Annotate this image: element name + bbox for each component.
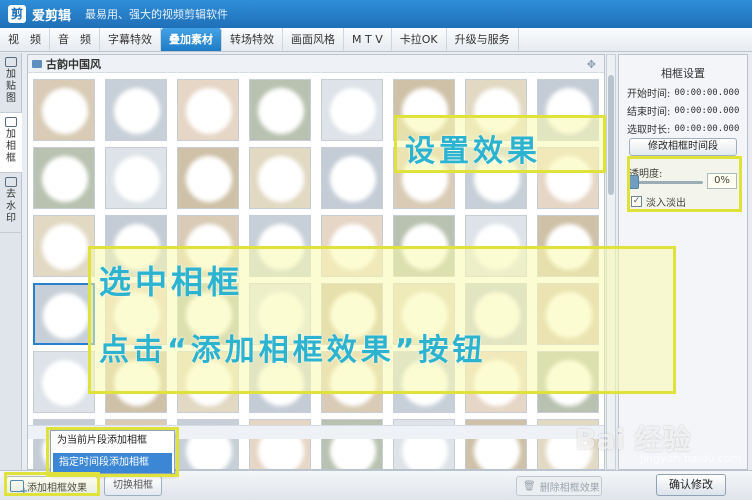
frame-icon <box>5 117 17 127</box>
frame-preview-image <box>42 156 88 202</box>
frame-thumbnail[interactable] <box>33 79 95 141</box>
duration-label: 选取时长: <box>627 125 671 136</box>
frame-thumbnail[interactable] <box>177 147 239 209</box>
modify-frame-time-button[interactable]: 修改相框时间段 <box>629 138 737 156</box>
scroll-thumb[interactable] <box>608 75 614 195</box>
frame-thumbnail[interactable] <box>321 79 383 141</box>
frame-thumbnail[interactable] <box>249 79 311 141</box>
frame-thumbnail[interactable] <box>33 215 95 277</box>
annotation-click-text: 点击“添加相框效果”按钮 <box>99 333 487 368</box>
duration-row: 选取时长: 00:00:00.000 <box>627 121 740 137</box>
frame-preview-image <box>186 156 232 202</box>
tab-add-sticker-label: 加贴图 <box>6 69 16 104</box>
category-title: 古韵中国风 <box>46 57 101 71</box>
end-time-label: 结束时间: <box>627 107 671 118</box>
tab-add-frame-label: 加相框 <box>6 129 16 164</box>
switch-frame-button[interactable]: 切换相框 <box>104 476 162 496</box>
frame-thumbnail[interactable] <box>105 147 167 209</box>
watermark-url: jingyan.baidu.com <box>640 452 742 465</box>
tab-add-sticker[interactable]: 加贴图 <box>0 53 22 113</box>
title-bar: 剪 爱剪辑 最易用、强大的视频剪辑软件 <box>0 0 752 28</box>
frame-preview-image <box>43 293 89 339</box>
frame-preview-image <box>42 224 88 270</box>
frame-preview-image <box>330 88 376 134</box>
annotation-popup-box <box>46 427 179 477</box>
start-time-input[interactable]: 00:00:00.000 <box>674 88 739 98</box>
annotation-instructions-box: 选中相框 点击“添加相框效果”按钮 <box>88 246 676 394</box>
frame-preview-image <box>114 88 160 134</box>
app-logo-icon: 剪 <box>8 5 26 23</box>
menu-picture-style[interactable]: 画面风格 <box>283 28 344 51</box>
frame-preview-image <box>42 360 88 406</box>
annotation-settings-box: 设置效果 <box>394 115 606 173</box>
trash-icon: 🗑 <box>523 480 536 492</box>
frame-thumbnail[interactable] <box>33 351 95 413</box>
tab-remove-watermark-label: 去水印 <box>6 189 16 224</box>
main-menu: 视 频 音 频 字幕特效 叠加素材 转场特效 画面风格 M T V 卡拉OK 升… <box>0 28 752 52</box>
frame-thumbnail[interactable] <box>105 79 167 141</box>
annotation-opacity-box <box>627 156 742 212</box>
menu-video[interactable]: 视 频 <box>0 28 50 51</box>
menu-overlay-materials[interactable]: 叠加素材 <box>161 28 222 51</box>
tab-remove-watermark[interactable]: 去水印 <box>0 173 22 233</box>
folder-icon <box>32 59 42 68</box>
frame-thumbnail[interactable] <box>33 147 95 209</box>
frame-preview-image <box>258 156 304 202</box>
frame-preview-image <box>258 88 304 134</box>
frame-thumbnail[interactable] <box>321 147 383 209</box>
frame-preview-image <box>186 88 232 134</box>
menu-subtitle-effects[interactable]: 字幕特效 <box>100 28 161 51</box>
remove-frame-effect-label: 删除相框效果 <box>539 482 600 494</box>
start-time-row: 开始时间: 00:00:00.000 <box>627 85 739 101</box>
annotation-select-text: 选中相框 <box>99 263 244 301</box>
overlay-type-tabs: 加贴图 加相框 去水印 <box>0 53 22 473</box>
category-header[interactable]: 古韵中国风 <box>28 55 604 73</box>
end-time-row: 结束时间: 00:00:00.000 <box>627 103 739 119</box>
frame-thumbnail[interactable] <box>177 79 239 141</box>
frame-thumbnail[interactable] <box>33 283 95 345</box>
menu-upgrade-service[interactable]: 升级与服务 <box>447 28 519 51</box>
app-slogan: 最易用、强大的视频剪辑软件 <box>85 8 229 21</box>
remove-frame-effect-button[interactable]: 🗑 删除相框效果 <box>516 476 602 496</box>
start-time-label: 开始时间: <box>627 89 671 100</box>
frame-thumbnail[interactable] <box>249 147 311 209</box>
tab-add-frame[interactable]: 加相框 <box>0 113 22 173</box>
menu-mtv[interactable]: M T V <box>344 28 392 51</box>
panel-title: 相框设置 <box>661 67 705 80</box>
menu-transition-effects[interactable]: 转场特效 <box>222 28 283 51</box>
duration-value: 00:00:00.000 <box>674 123 740 134</box>
menu-audio[interactable]: 音 频 <box>50 28 100 51</box>
frame-preview-image <box>42 88 88 134</box>
frame-preview-image <box>114 156 160 202</box>
move-icon[interactable]: ✥ <box>587 58 596 71</box>
watermark-icon <box>5 177 17 187</box>
menu-karaoke[interactable]: 卡拉OK <box>392 28 447 51</box>
confirm-modify-button[interactable]: 确认修改 <box>656 474 726 496</box>
sticker-icon <box>5 57 17 67</box>
frame-preview-image <box>330 156 376 202</box>
end-time-input[interactable]: 00:00:00.000 <box>674 106 739 116</box>
annotation-settings-text: 设置效果 <box>405 134 541 169</box>
app-name: 爱剪辑 <box>32 8 72 24</box>
